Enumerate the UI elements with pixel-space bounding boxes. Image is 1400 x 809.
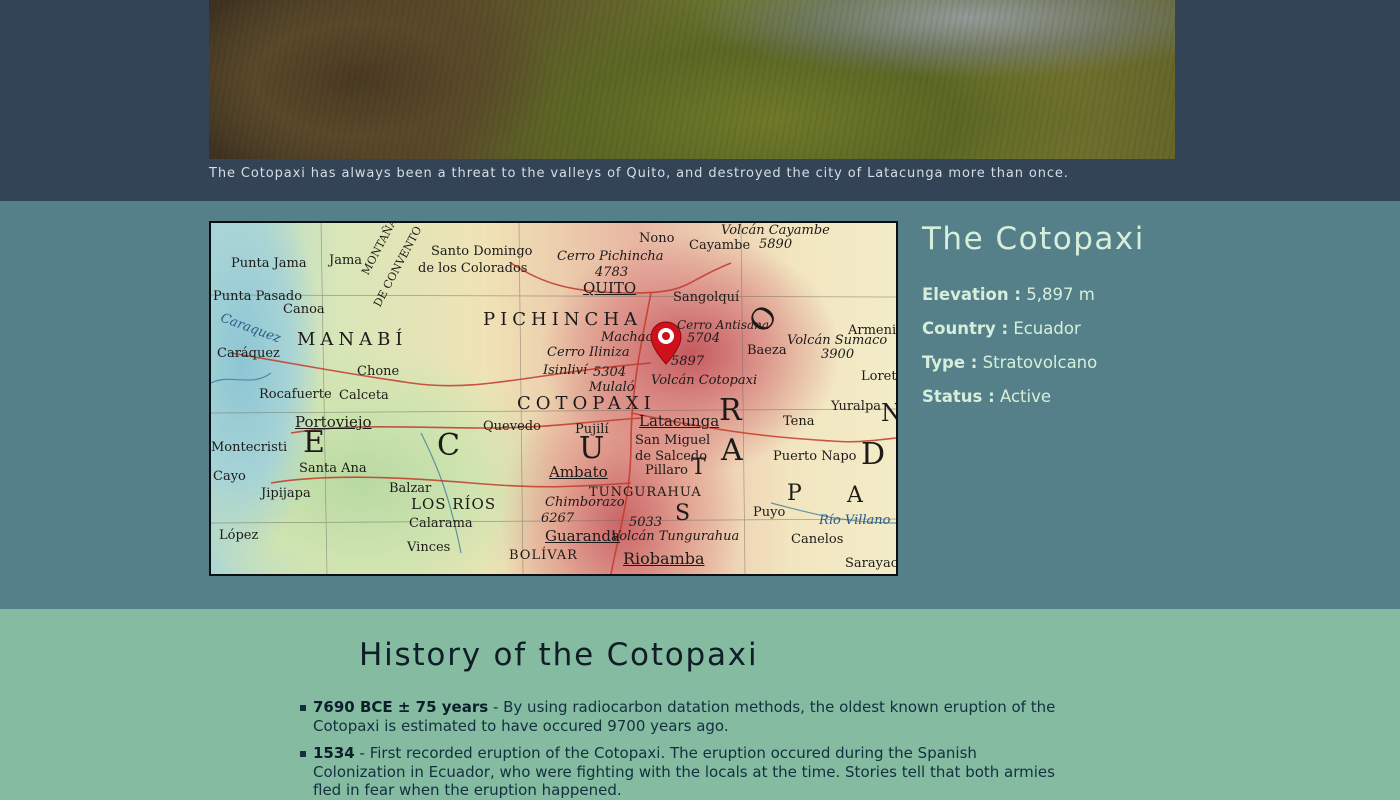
map-label: Jama	[329, 253, 363, 268]
map-label: QUITO	[583, 279, 637, 297]
map-label: O	[742, 297, 787, 340]
map-label: Puerto Napo	[773, 449, 857, 464]
map-label: 4783	[595, 265, 629, 280]
map-label: Balzar	[389, 481, 432, 496]
fact-value: 5,897 m	[1026, 285, 1095, 304]
history-event-list: 7690 BCE ± 75 years - By using radiocarb…	[300, 698, 1073, 809]
history-event: 1534 - First recorded eruption of the Co…	[300, 744, 1073, 800]
map-label: Pillaro	[645, 463, 689, 478]
location-pin-icon[interactable]	[649, 321, 683, 365]
event-text: - First recorded eruption of the Cotopax…	[313, 744, 1055, 799]
map-label: PICHINCHA	[483, 309, 643, 330]
fact-elevation: Elevation : 5,897 m	[922, 283, 1097, 317]
map-label: COTOPAXI	[517, 393, 656, 414]
map-label: Yuralpa	[831, 399, 882, 414]
fact-status: Status : Active	[922, 385, 1097, 419]
map-label: Sarayac	[845, 556, 898, 571]
map-label: Latacunga	[639, 412, 720, 430]
map-label: Loreto	[861, 369, 897, 384]
history-section: History of the Cotopaxi 7690 BCE ± 75 ye…	[0, 609, 1400, 800]
map-label: C	[437, 428, 462, 463]
map-label: E	[303, 425, 327, 460]
map-label: R	[719, 393, 744, 428]
map-label: de los Colorados	[418, 261, 528, 276]
map-label: Canelos	[791, 532, 844, 547]
map-label: D	[861, 437, 888, 472]
map-label: Baeza	[747, 343, 787, 358]
map-label: Chimborazo	[545, 495, 625, 510]
ecuador-map[interactable]: Volcán Cayambe Cayambe 5890 Nono Santo D…	[209, 221, 898, 576]
map-label: A	[721, 433, 745, 468]
map-label: Volcán Sumaco	[787, 333, 888, 348]
map-label: Cayo	[213, 469, 246, 484]
map-label: Rocafuerte	[259, 387, 332, 402]
map-label: Canoa	[283, 302, 325, 317]
map-label: 6267	[541, 511, 575, 526]
fact-key: Country :	[922, 319, 1009, 338]
map-label: Caráquez	[217, 346, 280, 361]
map-label: Montecristi	[211, 440, 288, 455]
fact-key: Status :	[922, 387, 995, 406]
history-event: 7690 BCE ± 75 years - By using radiocarb…	[300, 698, 1073, 735]
fact-value: Active	[999, 387, 1051, 406]
map-label: Chone	[357, 364, 400, 379]
map-label: 5304	[593, 365, 627, 380]
volcano-info-section: Volcán Cayambe Cayambe 5890 Nono Santo D…	[0, 201, 1400, 609]
map-label: 5033	[629, 515, 663, 530]
map-label: Volcán Tungurahua	[611, 529, 740, 544]
map-label: Quevedo	[483, 419, 541, 434]
event-date: 1534	[313, 744, 355, 762]
map-label: A	[847, 483, 865, 508]
volcano-facts: Elevation : 5,897 m Country : Ecuador Ty…	[922, 283, 1097, 419]
map-label: U	[579, 431, 607, 466]
cotopaxi-landscape-photo	[209, 0, 1175, 159]
map-label: MANABÍ	[297, 329, 408, 350]
fact-value: Stratovolcano	[982, 353, 1098, 372]
map-label: Volcán Cotopaxi	[651, 373, 758, 388]
map-label: Nono	[639, 231, 675, 246]
map-label: Volcán Cayambe	[721, 223, 830, 238]
history-title: History of the Cotopaxi	[359, 637, 759, 673]
map-label: Calarama	[409, 516, 473, 531]
map-label: P	[787, 481, 804, 506]
map-label: Guaranda	[545, 527, 620, 545]
map-label: Calceta	[339, 388, 389, 403]
map-label: 3900	[821, 347, 855, 362]
map-label: BOLÍVAR	[509, 548, 578, 563]
map-label: 5704	[687, 331, 721, 346]
map-label: N	[881, 399, 896, 427]
map-label: Cerro Pichincha	[557, 249, 664, 264]
map-label: Santa Ana	[299, 461, 367, 476]
map-label: Cerro Iliniza	[547, 345, 630, 360]
hero-section: The Cotopaxi has always been a threat to…	[0, 0, 1400, 201]
photo-caption: The Cotopaxi has always been a threat to…	[209, 166, 1069, 181]
map-label: Caraquez	[218, 310, 283, 347]
fact-key: Elevation :	[922, 285, 1021, 304]
map-label: LOS RÍOS	[411, 495, 497, 513]
map-label: López	[219, 528, 259, 543]
map-label: T	[691, 455, 708, 480]
map-label: Vinces	[407, 540, 451, 555]
map-label: Riobamba	[623, 549, 705, 568]
map-label: Puyo	[753, 505, 786, 520]
fact-country: Country : Ecuador	[922, 317, 1097, 351]
volcano-title: The Cotopaxi	[922, 221, 1145, 257]
map-label: Cayambe	[689, 238, 751, 253]
fact-type: Type : Stratovolcano	[922, 351, 1097, 385]
fact-key: Type :	[922, 353, 978, 372]
map-label: Sangolquí	[673, 290, 740, 305]
map-label: Isinliví	[543, 363, 588, 378]
event-date: 7690 BCE ± 75 years	[313, 698, 489, 716]
map-label: Punta Jama	[231, 256, 307, 271]
map-label: Jipijapa	[261, 486, 311, 501]
map-label: San Miguel	[635, 433, 711, 448]
map-label: 5890	[759, 237, 793, 252]
map-label: Río Villano	[819, 513, 891, 528]
map-label: S	[675, 501, 693, 526]
fact-value: Ecuador	[1013, 319, 1081, 338]
map-label: Santo Domingo	[431, 244, 533, 259]
map-label: Tena	[783, 414, 815, 429]
